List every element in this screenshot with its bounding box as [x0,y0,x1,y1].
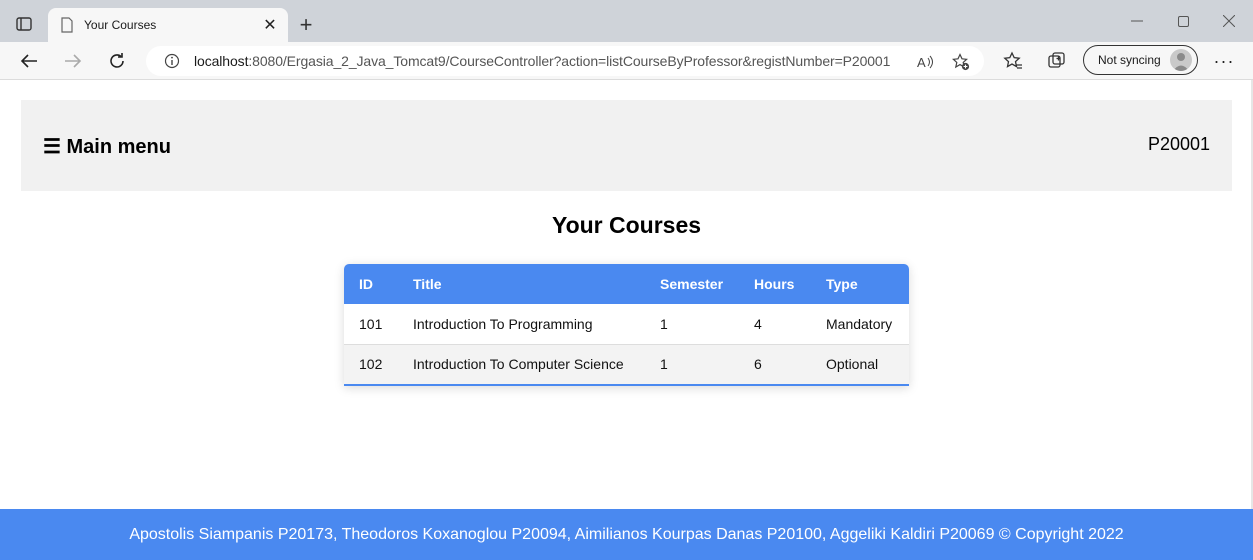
sync-label: Not syncing [1098,53,1161,67]
footer-text: Apostolis Siampanis P20173, Theodoros Ko… [129,525,1124,543]
column-header-title: Title [413,276,442,292]
cell-id: 101 [359,315,383,332]
cell-semester: 1 [660,315,668,332]
tab-title: Your Courses [84,18,157,32]
tab-close-icon[interactable]: ✕ [258,13,282,37]
url-text: localhost:8080/Ergasia_2_Java_Tomcat9/Co… [194,53,891,69]
cell-hours: 6 [754,356,762,373]
browser-tab-bar: Your Courses ✕ + [0,0,1253,42]
cell-title: Introduction To Programming [413,315,593,332]
minimize-icon[interactable] [1114,8,1160,34]
browser-toolbar: localhost:8080/Ergasia_2_Java_Tomcat9/Co… [0,42,1253,80]
cell-type: Mandatory [826,315,893,332]
more-options-icon[interactable]: ··· [1212,50,1236,72]
page-footer: Apostolis Siampanis P20173, Theodoros Ko… [0,509,1253,560]
user-id-label: P20001 [1147,134,1210,154]
page-header: ☰ Main menu P20001 [21,100,1232,191]
courses-table: ID Title Semester Hours Type 101 Introdu… [344,264,909,386]
page-viewport: ☰ Main menu P20001 Your Courses ID Title… [0,80,1253,560]
new-tab-icon[interactable]: + [292,12,320,38]
favorites-icon[interactable] [1003,51,1023,71]
close-window-icon[interactable] [1206,8,1252,34]
page-title: Your Courses [551,212,702,238]
avatar-icon [1170,49,1192,71]
collections-icon[interactable] [1047,51,1067,71]
address-bar[interactable]: localhost:8080/Ergasia_2_Java_Tomcat9/Co… [146,46,984,76]
tab-actions-icon[interactable] [10,12,38,36]
back-icon[interactable] [14,47,44,75]
cell-id: 102 [359,356,383,373]
main-menu-button[interactable]: ☰ Main menu [43,134,171,159]
refresh-icon[interactable] [102,47,132,75]
browser-tab[interactable]: Your Courses ✕ [48,8,288,42]
maximize-icon[interactable] [1160,8,1206,34]
table-row: 102 Introduction To Computer Science 1 6… [344,344,909,384]
svg-text:A: A [917,55,926,70]
cell-type: Optional [826,356,879,373]
profile-sync-button[interactable]: Not syncing [1083,45,1198,75]
column-header-semester: Semester [660,276,724,292]
add-favorite-icon[interactable] [952,53,970,71]
site-info-icon[interactable] [164,53,180,69]
cell-title: Introduction To Computer Science [413,356,624,373]
cell-semester: 1 [660,356,668,373]
column-header-id: ID [359,276,373,292]
cell-hours: 4 [754,315,762,332]
page-icon [61,17,73,33]
column-header-type: Type [826,276,858,292]
forward-icon[interactable] [58,47,88,75]
column-header-hours: Hours [754,276,795,292]
read-aloud-icon[interactable]: A [916,53,934,71]
table-header-row: ID Title Semester Hours Type [344,264,909,304]
table-row: 101 Introduction To Programming 1 4 Mand… [344,304,909,344]
